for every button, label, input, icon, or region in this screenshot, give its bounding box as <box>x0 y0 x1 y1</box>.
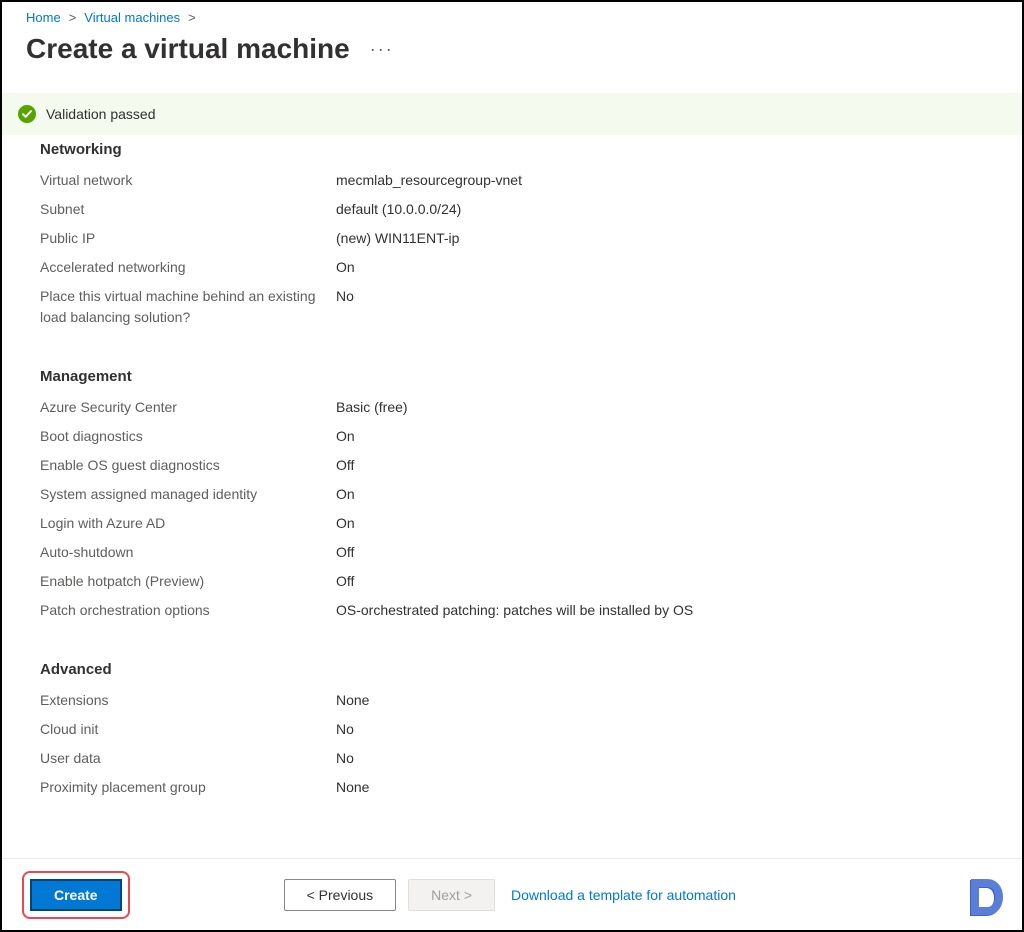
breadcrumb: Home > Virtual machines > <box>26 10 998 25</box>
page-title: Create a virtual machine <box>26 33 350 65</box>
check-circle-icon <box>18 105 36 123</box>
previous-button[interactable]: < Previous <box>284 879 397 911</box>
value-cloud-init: No <box>336 719 354 740</box>
section-management: Management Azure Security CenterBasic (f… <box>26 368 998 621</box>
value-user-data: No <box>336 748 354 769</box>
label-azure-ad: Login with Azure AD <box>40 513 336 534</box>
section-advanced: Advanced ExtensionsNone Cloud initNo Use… <box>26 661 998 798</box>
label-os-guest-diagnostics: Enable OS guest diagnostics <box>40 455 336 476</box>
validation-text: Validation passed <box>46 106 155 122</box>
create-button[interactable]: Create <box>30 879 122 911</box>
label-public-ip: Public IP <box>40 228 336 249</box>
label-proximity-placement: Proximity placement group <box>40 777 336 798</box>
label-boot-diagnostics: Boot diagnostics <box>40 426 336 447</box>
label-cloud-init: Cloud init <box>40 719 336 740</box>
value-auto-shutdown: Off <box>336 542 354 563</box>
brand-logo-icon <box>962 874 1010 922</box>
breadcrumb-home[interactable]: Home <box>26 10 61 25</box>
value-proximity-placement: None <box>336 777 369 798</box>
value-hotpatch: Off <box>336 571 354 592</box>
chevron-right-icon: > <box>188 10 196 25</box>
value-subnet: default (10.0.0.0/24) <box>336 199 461 220</box>
value-load-balancing: No <box>336 286 354 328</box>
value-public-ip: (new) WIN11ENT-ip <box>336 228 459 249</box>
section-title-management: Management <box>40 368 998 385</box>
footer-bar: Create < Previous Next > Download a temp… <box>2 858 1022 930</box>
label-hotpatch: Enable hotpatch (Preview) <box>40 571 336 592</box>
validation-banner: Validation passed <box>2 93 1022 135</box>
chevron-right-icon: > <box>69 10 77 25</box>
label-managed-identity: System assigned managed identity <box>40 484 336 505</box>
value-extensions: None <box>336 690 369 711</box>
more-actions-button[interactable]: ··· <box>370 39 394 60</box>
value-boot-diagnostics: On <box>336 426 355 447</box>
create-button-highlight: Create <box>22 871 130 919</box>
section-title-advanced: Advanced <box>40 661 998 678</box>
label-auto-shutdown: Auto-shutdown <box>40 542 336 563</box>
label-user-data: User data <box>40 748 336 769</box>
label-accelerated-networking: Accelerated networking <box>40 257 336 278</box>
value-managed-identity: On <box>336 484 355 505</box>
label-patch-orchestration: Patch orchestration options <box>40 600 336 621</box>
label-virtual-network: Virtual network <box>40 170 336 191</box>
next-button: Next > <box>408 879 495 911</box>
label-security-center: Azure Security Center <box>40 397 336 418</box>
value-azure-ad: On <box>336 513 355 534</box>
value-accelerated-networking: On <box>336 257 355 278</box>
value-virtual-network: mecmlab_resourcegroup-vnet <box>336 170 522 191</box>
breadcrumb-virtual-machines[interactable]: Virtual machines <box>84 10 180 25</box>
value-security-center: Basic (free) <box>336 397 408 418</box>
value-patch-orchestration: OS-orchestrated patching: patches will b… <box>336 600 693 621</box>
section-title-networking: Networking <box>40 141 998 158</box>
label-subnet: Subnet <box>40 199 336 220</box>
section-networking: Networking Virtual networkmecmlab_resour… <box>26 141 998 328</box>
download-template-link[interactable]: Download a template for automation <box>511 887 736 903</box>
value-os-guest-diagnostics: Off <box>336 455 354 476</box>
label-load-balancing: Place this virtual machine behind an exi… <box>40 286 336 328</box>
label-extensions: Extensions <box>40 690 336 711</box>
